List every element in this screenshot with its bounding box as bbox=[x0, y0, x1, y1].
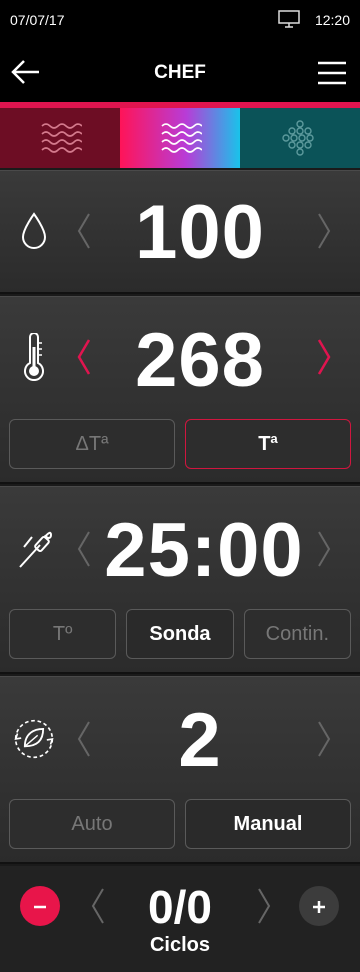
continuous-mode-button[interactable]: Contin. bbox=[243, 609, 351, 659]
increase-cycles-button[interactable] bbox=[299, 886, 339, 926]
plus-icon bbox=[311, 891, 327, 922]
cycle-counter: 0/0 Ciclos bbox=[0, 866, 360, 972]
menu-button[interactable] bbox=[316, 60, 348, 86]
cooking-mode-tabs bbox=[0, 108, 360, 168]
tab-steam[interactable] bbox=[240, 108, 360, 168]
counter-decrease-chevron[interactable] bbox=[88, 886, 108, 926]
temperature-mode-options: ΔTª Tª bbox=[9, 419, 351, 469]
combi-icon bbox=[161, 123, 202, 153]
time-increase-chevron[interactable] bbox=[314, 529, 334, 569]
page-title: CHEF bbox=[154, 62, 206, 83]
chevron-left-icon bbox=[77, 531, 90, 567]
delta-temp-button[interactable]: ΔTª bbox=[9, 419, 175, 469]
status-date: 07/07/17 bbox=[10, 12, 65, 28]
minus-icon bbox=[32, 891, 48, 922]
fan-value: 2 bbox=[178, 698, 222, 783]
time-section: 25:00 Tº Sonda Contin. bbox=[0, 486, 360, 674]
water-drop-icon bbox=[12, 203, 56, 259]
app-bar: CHEF bbox=[0, 40, 360, 104]
monitor-icon bbox=[278, 10, 300, 33]
tab-convection[interactable] bbox=[0, 108, 120, 168]
time-value: 25:00 bbox=[104, 508, 304, 593]
fan-increase-chevron[interactable] bbox=[314, 719, 334, 759]
steam-icon bbox=[282, 120, 314, 156]
humidity-section: 100 bbox=[0, 170, 360, 294]
chevron-right-icon bbox=[258, 888, 271, 924]
hamburger-icon bbox=[318, 61, 346, 85]
humidity-value: 100 bbox=[135, 190, 265, 275]
temperature-increase-chevron[interactable] bbox=[314, 337, 334, 377]
time-decrease-chevron[interactable] bbox=[74, 529, 94, 569]
chevron-right-icon bbox=[318, 721, 331, 757]
fan-mode-options: Auto Manual bbox=[9, 799, 351, 849]
cycle-count-label: Ciclos bbox=[149, 934, 211, 956]
manual-button[interactable]: Manual bbox=[185, 799, 351, 849]
cycle-count-value: 0/0 bbox=[148, 881, 212, 933]
probe-mode-button[interactable]: Sonda bbox=[126, 609, 234, 659]
hot-air-icon bbox=[41, 123, 82, 153]
time-mode-options: Tº Sonda Contin. bbox=[9, 609, 351, 659]
auto-button[interactable]: Auto bbox=[9, 799, 175, 849]
time-mode-button[interactable]: Tº bbox=[9, 609, 117, 659]
core-probe-icon bbox=[12, 521, 56, 577]
temperature-value: 268 bbox=[135, 318, 265, 403]
chamber-temp-button[interactable]: Tª bbox=[185, 419, 351, 469]
chevron-right-icon bbox=[318, 531, 331, 567]
decrease-cycles-button[interactable] bbox=[20, 886, 60, 926]
tab-combi[interactable] bbox=[120, 108, 240, 168]
thermometer-icon bbox=[12, 329, 56, 385]
counter-increase-chevron[interactable] bbox=[254, 886, 274, 926]
temperature-section: 268 ΔTª Tª bbox=[0, 296, 360, 484]
chevron-left-icon bbox=[91, 888, 104, 924]
status-bar: 07/07/17 12:20 bbox=[0, 0, 360, 40]
leaf-cycle-icon bbox=[12, 711, 56, 767]
fan-section: 2 Auto Manual bbox=[0, 676, 360, 864]
humidity-increase-chevron[interactable] bbox=[314, 211, 334, 251]
chevron-right-icon bbox=[318, 213, 331, 249]
status-time: 12:20 bbox=[314, 12, 350, 28]
chevron-right-icon bbox=[317, 339, 331, 375]
